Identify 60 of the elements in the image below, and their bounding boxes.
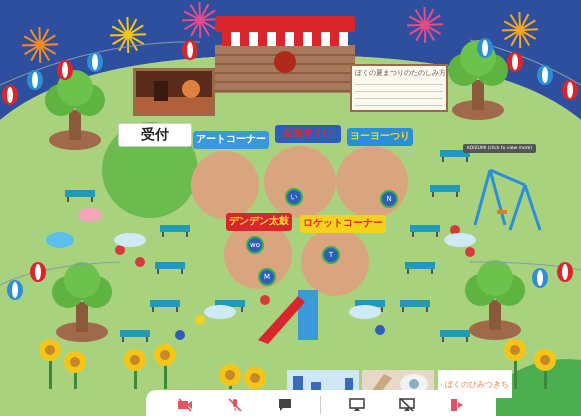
lantern-drawing (57, 60, 73, 80)
lantern-drawing (557, 262, 573, 282)
ad-title: ぼくのひみつきち (445, 378, 509, 390)
bench-drawing (160, 225, 190, 237)
sunflower-drawing (219, 364, 241, 389)
sunflower-drawing (39, 339, 61, 389)
bench-drawing (405, 262, 435, 274)
lantern-drawing (477, 38, 493, 58)
booth-area (336, 146, 408, 218)
bench-drawing (430, 185, 460, 197)
lantern-drawing (507, 52, 523, 72)
booth-sign: アートコーナー (193, 131, 269, 149)
bench-drawing (155, 262, 185, 274)
lantern-drawing (27, 70, 43, 90)
microphone-icon (226, 398, 243, 412)
bench-drawing (150, 300, 180, 312)
firework-drawing (502, 12, 538, 48)
lantern-drawing (87, 52, 103, 72)
stool-drawing (465, 247, 475, 257)
bench-drawing (440, 150, 470, 162)
firework-drawing (182, 2, 218, 38)
lantern-drawing (30, 262, 46, 282)
bench-drawing (65, 190, 95, 202)
table-drawing (114, 233, 146, 247)
swing-drawing (474, 168, 542, 232)
booth-sign: デンデン太鼓 (226, 213, 292, 231)
bench-drawing (410, 225, 440, 237)
stool-drawing (260, 295, 270, 305)
firework-drawing (406, 6, 444, 44)
stool-drawing (375, 325, 385, 335)
firework-drawing (110, 16, 146, 54)
exit-icon (448, 398, 465, 412)
lantern-drawing (182, 40, 198, 60)
firework-drawing (22, 26, 58, 63)
lantern-drawing (7, 280, 23, 300)
chat-icon (276, 398, 293, 412)
spring-rider-drawing (46, 208, 102, 248)
bench-drawing (400, 300, 430, 312)
lantern-drawing (532, 268, 548, 288)
booth-sign: ヨーヨーつり (347, 128, 413, 146)
screen-share-icon (399, 398, 416, 412)
sunflower-drawing (64, 351, 86, 389)
sunflower-drawing (244, 367, 266, 389)
sunflower-drawing (534, 349, 556, 389)
screen-share-icon (349, 398, 366, 412)
booth-sign: ロケットコーナー (300, 215, 386, 233)
sunflower-drawing (124, 349, 146, 389)
booth-sign: 受付 (118, 123, 192, 147)
table-drawing (444, 233, 476, 247)
table-drawing (204, 305, 236, 319)
lantern-drawing (562, 80, 578, 100)
camera-icon (176, 398, 193, 412)
sunflower-drawing (154, 344, 176, 389)
lantern-drawing (2, 85, 18, 105)
lantern-drawing (537, 65, 553, 85)
bench-drawing (440, 330, 470, 342)
booth-sign: 金魚すくい (275, 125, 341, 143)
table-drawing (349, 305, 381, 319)
bench-drawing (120, 330, 150, 342)
slide-drawing (258, 290, 318, 344)
